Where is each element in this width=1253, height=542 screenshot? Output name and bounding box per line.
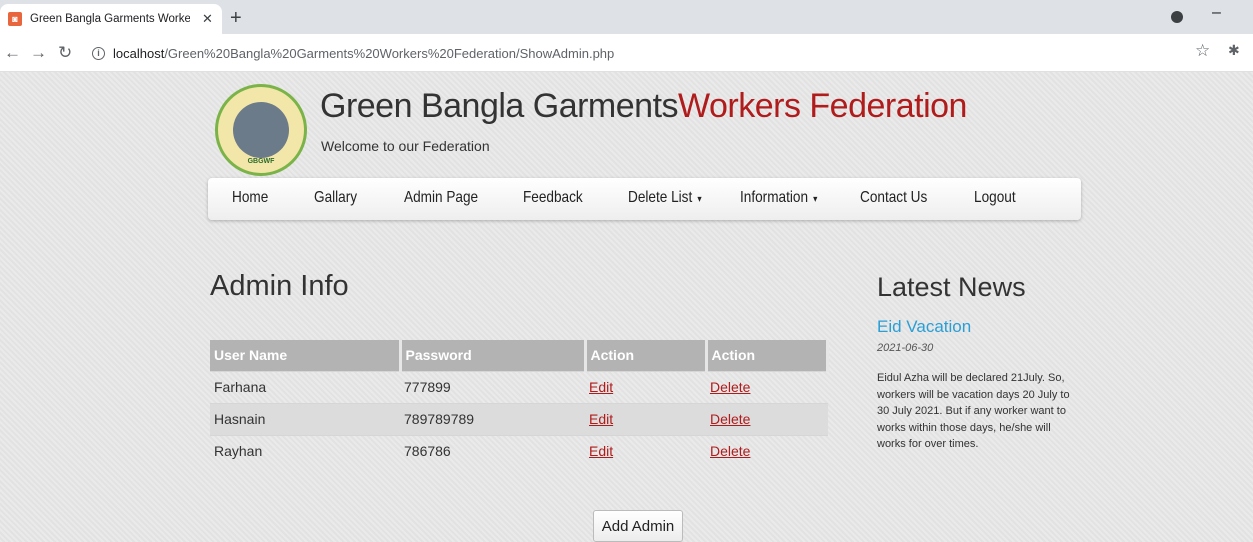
table-row: Rayhan 786786 Edit Delete bbox=[210, 434, 828, 467]
cell-password: 786786 bbox=[400, 434, 585, 467]
site-info-icon[interactable]: i bbox=[92, 46, 105, 60]
cell-password: 789789789 bbox=[400, 402, 585, 435]
site-title-part2: Workers Federation bbox=[678, 87, 967, 125]
browser-tab-bar: ◙ Green Bangla Garments Workers ✕ + – bbox=[0, 0, 1253, 34]
cell-edit: Edit bbox=[585, 434, 706, 467]
forward-icon[interactable]: → bbox=[30, 43, 47, 63]
news-item-body: Eidul Azha will be declared 21July. So, … bbox=[877, 372, 1070, 450]
logo-emblem bbox=[233, 102, 289, 158]
site-title-part1: Green Bangla Garments bbox=[320, 87, 679, 125]
news-item-date: 2021-06-30 bbox=[877, 342, 934, 354]
delete-link[interactable]: Delete bbox=[710, 443, 750, 459]
new-tab-icon[interactable]: + bbox=[230, 7, 242, 30]
nav-logout[interactable]: Logout bbox=[974, 189, 1016, 207]
chevron-down-icon: ▾ bbox=[697, 194, 702, 205]
nav-admin-page[interactable]: Admin Page bbox=[404, 189, 478, 207]
admin-table: User Name Password Action Action Farhana… bbox=[210, 340, 829, 467]
table-row: Hasnain 789789789 Edit Delete bbox=[210, 402, 828, 435]
bookmark-star-icon[interactable]: ☆ bbox=[1195, 41, 1210, 61]
admin-info-heading: Admin Info bbox=[210, 270, 349, 302]
table-row: Farhana 777899 Edit Delete bbox=[210, 370, 828, 403]
cell-delete: Delete bbox=[706, 370, 828, 403]
col-user-name: User Name bbox=[210, 340, 402, 371]
cell-delete: Delete bbox=[706, 434, 828, 467]
col-password: Password bbox=[400, 340, 587, 371]
federation-logo: GBGWF bbox=[215, 84, 307, 176]
edit-link[interactable]: Edit bbox=[589, 379, 613, 395]
address-bar[interactable]: i localhost/Green%20Bangla%20Garments%20… bbox=[84, 39, 1224, 67]
col-action-edit: Action bbox=[585, 340, 708, 371]
tab-title: Green Bangla Garments Workers bbox=[30, 13, 190, 25]
nav-delete-list-label: Delete List bbox=[628, 189, 693, 206]
site-title: Green Bangla GarmentsWorkers Federation bbox=[320, 87, 967, 126]
cell-user: Rayhan bbox=[210, 434, 400, 467]
chevron-down-icon: ▾ bbox=[813, 194, 818, 205]
delete-link[interactable]: Delete bbox=[710, 379, 750, 395]
table-header-row: User Name Password Action Action bbox=[210, 340, 829, 371]
nav-gallary[interactable]: Gallary bbox=[314, 189, 357, 207]
page-content: GBGWF Green Bangla GarmentsWorkers Feder… bbox=[0, 72, 1253, 542]
minimize-icon[interactable]: – bbox=[1212, 4, 1221, 22]
logo-text: GBGWF bbox=[247, 158, 275, 165]
reload-icon[interactable]: ↻ bbox=[58, 43, 72, 63]
cell-edit: Edit bbox=[585, 402, 706, 435]
cell-delete: Delete bbox=[706, 402, 828, 435]
tab-close-icon[interactable]: ✕ bbox=[202, 11, 213, 27]
cell-edit: Edit bbox=[585, 370, 706, 403]
profile-icon[interactable] bbox=[1171, 11, 1183, 23]
site-favicon-icon: ◙ bbox=[8, 12, 22, 26]
cell-user: Farhana bbox=[210, 370, 400, 403]
url-host: localhost bbox=[113, 45, 165, 61]
back-icon[interactable]: ← bbox=[4, 43, 21, 63]
browser-tab[interactable]: ◙ Green Bangla Garments Workers ✕ bbox=[0, 4, 222, 34]
cell-user: Hasnain bbox=[210, 402, 400, 435]
col-action-delete: Action bbox=[706, 340, 829, 371]
site-subtitle: Welcome to our Federation bbox=[321, 138, 490, 154]
nav-delete-list[interactable]: Delete List ▾ bbox=[628, 189, 702, 207]
nav-information[interactable]: Information ▾ bbox=[740, 189, 817, 207]
edit-link[interactable]: Edit bbox=[589, 443, 613, 459]
nav-home[interactable]: Home bbox=[232, 189, 268, 207]
nav-feedback[interactable]: Feedback bbox=[523, 189, 583, 207]
add-admin-button[interactable]: Add Admin bbox=[593, 510, 683, 542]
cell-password: 777899 bbox=[400, 370, 585, 403]
delete-link[interactable]: Delete bbox=[710, 411, 750, 427]
extensions-icon[interactable]: ✱ bbox=[1228, 42, 1240, 59]
url-path: /Green%20Bangla%20Garments%20Workers%20F… bbox=[164, 45, 615, 61]
edit-link[interactable]: Edit bbox=[589, 411, 613, 427]
nav-contact-us[interactable]: Contact Us bbox=[860, 189, 927, 207]
news-item-title[interactable]: Eid Vacation bbox=[877, 317, 971, 337]
browser-toolbar: ← → ↻ i localhost/Green%20Bangla%20Garme… bbox=[0, 34, 1253, 72]
latest-news-heading: Latest News bbox=[877, 272, 1026, 302]
main-nav: Home Gallary Admin Page Feedback Delete … bbox=[208, 178, 1081, 220]
nav-information-label: Information bbox=[740, 189, 809, 206]
